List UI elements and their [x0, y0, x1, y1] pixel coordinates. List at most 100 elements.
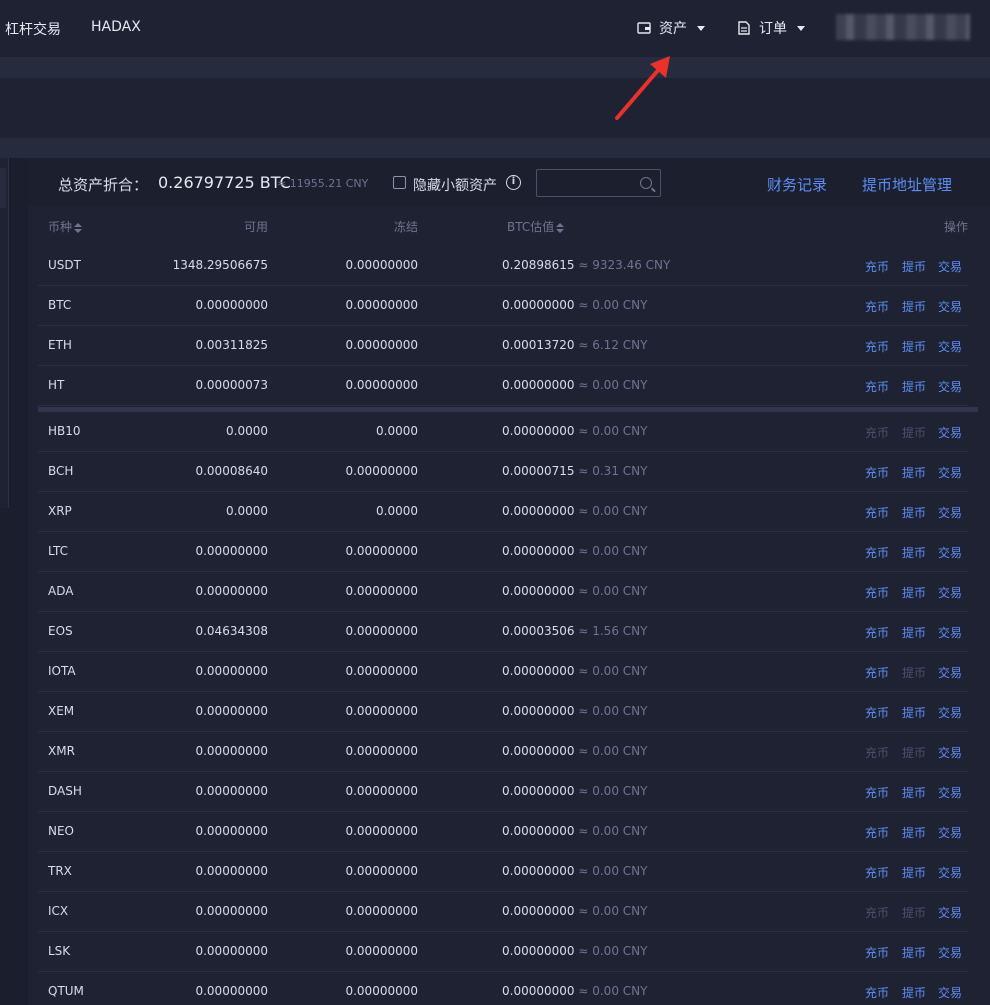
withdraw-button[interactable]: 提币 — [902, 704, 926, 721]
deposit-button[interactable]: 充币 — [865, 424, 889, 441]
available-amount: 1348.29506675 — [172, 258, 268, 272]
trade-button[interactable]: 交易 — [938, 424, 962, 441]
deposit-button[interactable]: 充币 — [865, 584, 889, 601]
withdraw-button[interactable]: 提币 — [902, 904, 926, 921]
withdraw-button[interactable]: 提币 — [902, 338, 926, 355]
coin-name: USDT — [48, 258, 81, 272]
deposit-button[interactable]: 充币 — [865, 704, 889, 721]
deposit-button[interactable]: 充币 — [865, 298, 889, 315]
trade-button[interactable]: 交易 — [938, 704, 962, 721]
table-row: ADA 0.00000000 0.00000000 0.00000000 ≈ 0.00… — [28, 572, 990, 612]
trade-button[interactable]: 交易 — [938, 664, 962, 681]
withdraw-button[interactable]: 提币 — [902, 864, 926, 881]
deposit-button[interactable]: 充币 — [865, 464, 889, 481]
table-row: BCH 0.00008640 0.00000000 0.00000715 ≈ 0.31… — [28, 452, 990, 492]
coin-name: TRX — [48, 864, 72, 878]
available-amount: 0.00000000 — [195, 984, 268, 998]
frozen-amount: 0.0000 — [376, 504, 418, 518]
withdraw-button[interactable]: 提币 — [902, 464, 926, 481]
table-row: LSK 0.00000000 0.00000000 0.00000000 ≈ 0.00… — [28, 932, 990, 972]
withdraw-button[interactable]: 提币 — [902, 984, 926, 1001]
trade-button[interactable]: 交易 — [938, 984, 962, 1001]
assets-panel: 总资产折合： 0.26797725 BTC ≈ 11955.21 CNY 隐藏小… — [28, 158, 990, 1005]
header-btc-valuation[interactable]: BTC估值 — [507, 218, 565, 235]
withdraw-button[interactable]: 提币 — [902, 584, 926, 601]
frozen-amount: 0.00000000 — [345, 544, 418, 558]
table-row: HT 0.00000073 0.00000000 0.00000000 ≈ 0.00 … — [28, 366, 990, 406]
trade-button[interactable]: 交易 — [938, 544, 962, 561]
withdraw-button[interactable]: 提币 — [902, 744, 926, 761]
trade-button[interactable]: 交易 — [938, 624, 962, 641]
trade-button[interactable]: 交易 — [938, 864, 962, 881]
nav-assets-menu[interactable]: 资产 — [637, 18, 705, 38]
deposit-button[interactable]: 充币 — [865, 624, 889, 641]
withdraw-button[interactable]: 提币 — [902, 424, 926, 441]
sidebar-tab[interactable] — [0, 168, 6, 208]
withdraw-address-link[interactable]: 提币地址管理 — [862, 174, 952, 195]
trade-button[interactable]: 交易 — [938, 504, 962, 521]
cny-approx: ≈ 0.00 CNY — [578, 584, 648, 598]
withdraw-button[interactable]: 提币 — [902, 824, 926, 841]
trade-button[interactable]: 交易 — [938, 824, 962, 841]
deposit-button[interactable]: 充币 — [865, 744, 889, 761]
available-amount: 0.00000000 — [195, 824, 268, 838]
deposit-button[interactable]: 充币 — [865, 824, 889, 841]
deposit-button[interactable]: 充币 — [865, 504, 889, 521]
nav-orders-menu[interactable]: 订单 — [737, 18, 805, 38]
top-nav: 杠杆交易 HADAX 资产 订单 — [0, 0, 990, 57]
trade-button[interactable]: 交易 — [938, 904, 962, 921]
total-assets-label: 总资产折合： — [58, 176, 149, 194]
hide-small-label[interactable]: 隐藏小额资产 — [413, 175, 497, 195]
trade-button[interactable]: 交易 — [938, 298, 962, 315]
available-amount: 0.00000000 — [195, 704, 268, 718]
frozen-amount: 0.00000000 — [345, 378, 418, 392]
header-coin[interactable]: 币种 — [48, 218, 83, 235]
deposit-button[interactable]: 充币 — [865, 544, 889, 561]
document-icon — [738, 21, 750, 35]
trade-button[interactable]: 交易 — [938, 744, 962, 761]
deposit-button[interactable]: 充币 — [865, 338, 889, 355]
trade-button[interactable]: 交易 — [938, 378, 962, 395]
row-divider — [38, 405, 968, 406]
deposit-button[interactable]: 充币 — [865, 784, 889, 801]
btc-valuation: 0.00000000 ≈ 0.00 CNY — [502, 584, 648, 598]
coin-name: ETH — [48, 338, 72, 352]
wallet-icon — [637, 22, 651, 34]
trade-button[interactable]: 交易 — [938, 338, 962, 355]
withdraw-button[interactable]: 提币 — [902, 298, 926, 315]
withdraw-button[interactable]: 提币 — [902, 378, 926, 395]
trade-button[interactable]: 交易 — [938, 584, 962, 601]
table-row: XRP 0.0000 0.0000 0.00000000 ≈ 0.00 CNY 充币 提币… — [28, 492, 990, 532]
nav-hadax[interactable]: HADAX — [91, 19, 141, 35]
frozen-amount: 0.00000000 — [345, 664, 418, 678]
withdraw-button[interactable]: 提币 — [902, 544, 926, 561]
hide-small-checkbox[interactable] — [393, 176, 406, 189]
withdraw-button[interactable]: 提币 — [902, 784, 926, 801]
deposit-button[interactable]: 充币 — [865, 258, 889, 275]
withdraw-button[interactable]: 提币 — [902, 258, 926, 275]
withdraw-button[interactable]: 提币 — [902, 664, 926, 681]
trade-button[interactable]: 交易 — [938, 784, 962, 801]
withdraw-button[interactable]: 提币 — [902, 624, 926, 641]
frozen-amount: 0.00000000 — [345, 904, 418, 918]
deposit-button[interactable]: 充币 — [865, 944, 889, 961]
deposit-button[interactable]: 充币 — [865, 904, 889, 921]
user-account-blurred[interactable] — [836, 14, 970, 40]
trade-button[interactable]: 交易 — [938, 944, 962, 961]
cny-approx: ≈ 6.12 CNY — [578, 338, 648, 352]
search-input[interactable] — [536, 169, 661, 197]
trade-button[interactable]: 交易 — [938, 464, 962, 481]
deposit-button[interactable]: 充币 — [865, 864, 889, 881]
coin-name: HB10 — [48, 424, 81, 438]
finance-records-link[interactable]: 财务记录 — [767, 174, 827, 195]
trade-button[interactable]: 交易 — [938, 258, 962, 275]
info-icon[interactable]: i — [506, 175, 521, 190]
table-row: HB10 0.0000 0.0000 0.00000000 ≈ 0.00 CNY 充币提… — [28, 412, 990, 452]
deposit-button[interactable]: 充币 — [865, 664, 889, 681]
deposit-button[interactable]: 充币 — [865, 378, 889, 395]
withdraw-button[interactable]: 提币 — [902, 504, 926, 521]
withdraw-button[interactable]: 提币 — [902, 944, 926, 961]
sort-icon — [74, 222, 83, 233]
nav-margin-trade[interactable]: 杠杆交易 — [5, 19, 61, 39]
deposit-button[interactable]: 充币 — [865, 984, 889, 1001]
